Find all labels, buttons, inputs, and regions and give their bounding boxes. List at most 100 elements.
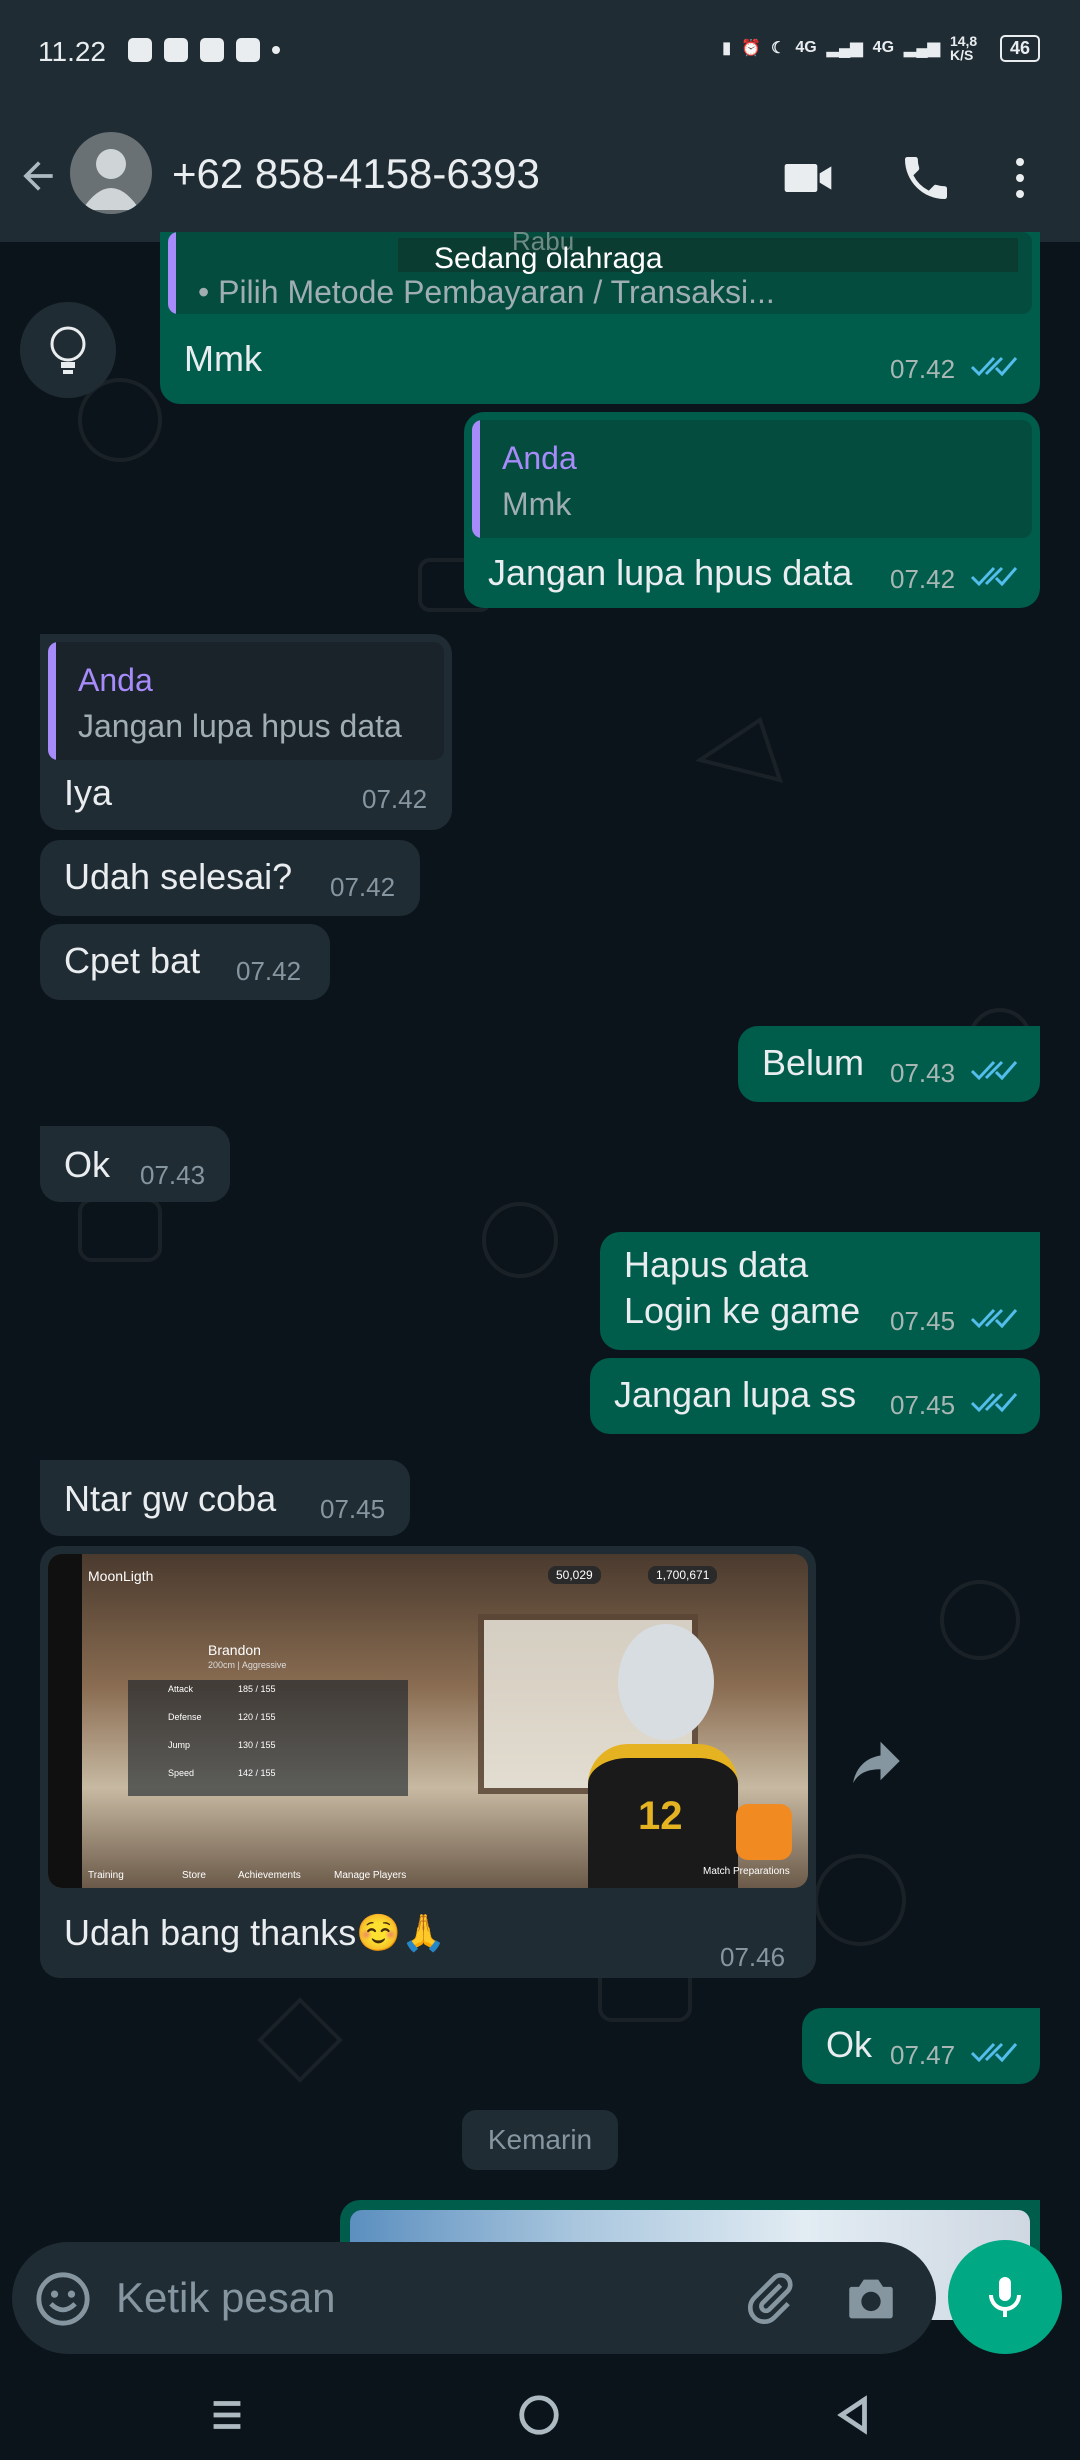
chat-icon [200,38,224,62]
back-nav-icon[interactable] [830,2392,876,2438]
game-menu-item: Manage Players [334,1870,407,1881]
game-gold: 1,700,671 [648,1566,718,1584]
message-input[interactable]: Ketik pesan [116,2274,335,2322]
read-tick-icon [970,1308,1018,1329]
back-arrow-icon[interactable] [16,154,60,198]
message-bubble-in[interactable]: Ntar gw coba 07.45 [40,1460,410,1536]
message-bubble-out[interactable]: Anda Mmk Jangan lupa hpus data 07.42 [464,412,1040,608]
video-call-icon[interactable] [780,150,836,206]
attach-icon[interactable] [742,2270,798,2326]
mic-button[interactable] [948,2240,1062,2354]
game-jersey-number: 12 [638,1794,683,1838]
game-coins: 50,029 [548,1566,601,1584]
message-time: 07.42 [890,354,956,384]
date-separator: Kemarin [462,2110,618,2170]
message-bubble-in[interactable]: Ok 07.43 [40,1126,230,1202]
bird-icon [236,38,260,62]
message-text: Udah bang thanks☺️🙏 [64,1912,446,1953]
avatar[interactable] [70,132,152,214]
chat-header: +62 858-4158-6393 [0,110,1080,242]
game-stat-value: 142 / 155 [238,1768,276,1778]
message-bubble-in[interactable]: Anda Jangan lupa hpus data Iya 07.42 [40,634,452,830]
message-time: 07.42 [890,564,956,594]
message-input-bar: Ketik pesan [12,2242,936,2354]
home-icon[interactable] [516,2392,562,2438]
recent-apps-icon[interactable] [204,2392,250,2438]
message-time: 07.45 [890,1306,956,1336]
contact-name[interactable]: +62 858-4158-6393 [172,150,540,198]
message-bubble-in[interactable]: Cpet bat 07.42 [40,924,330,1000]
read-tick-icon [970,2042,1018,2063]
message-text: Mmk [184,338,262,379]
message-bubble-out[interactable]: Jangan lupa ss 07.45 [590,1358,1040,1434]
net-speed: 14,8 K/S [949,33,978,63]
youtube-icon [128,38,152,62]
message-time: 07.42 [330,872,396,902]
whatsapp-chat-screen: 11.22 ▮ ⏰ ☾ 4G ▂▄▆ 4G ▂▄▆ 14,8 K/S 46 +6… [0,0,1080,2460]
quote-bar [472,420,480,538]
game-stat-value: 120 / 155 [238,1712,276,1722]
quote-bar [168,232,176,314]
status-bar: 11.22 ▮ ⏰ ☾ 4G ▂▄▆ 4G ▂▄▆ 14,8 K/S 46 [0,0,1080,110]
message-bubble-out[interactable]: Ok 07.47 [802,2008,1040,2084]
more-dot-icon [272,46,280,54]
message-bubble-in[interactable]: Udah selesai? 07.42 [40,840,420,916]
game-stat-label: Speed [168,1768,195,1778]
read-tick-icon [970,356,1018,377]
mic-icon [989,2277,1021,2317]
system-nav-bar [0,2370,1080,2460]
game-stat-label: Jump [168,1740,191,1750]
game-menu-item: Training [88,1870,124,1881]
lightbulb-icon [50,326,86,374]
game-left-border [48,1554,82,1888]
signal-1-label: 4G [795,39,817,56]
message-text: Ok [826,2024,873,2065]
ai-badge[interactable] [20,302,116,398]
notification-icons [128,38,280,62]
game-match-label: Match Preparations [703,1866,790,1877]
message-time: 07.45 [890,1390,956,1420]
quote-text: • Pilih Metode Pembayaran / Transaksi... [198,274,775,310]
emoji-icon[interactable] [34,2270,92,2328]
game-stat-label: Defense [168,1712,202,1722]
quoted-message[interactable]: Rabu Sedang olahraga • Pilih Metode Pemb… [168,232,1032,314]
message-text: Ok [64,1144,111,1185]
image-message-bubble[interactable]: MoonLigth 50,029 1,700,671 Brandon 200cm… [40,1546,816,1978]
voice-call-icon[interactable] [898,150,954,206]
signal-2-label: 4G [872,39,895,56]
signal-2-icon: ▂▄▆ [904,40,940,57]
message-text: Udah selesai? [64,856,293,897]
quoted-message[interactable]: Anda Mmk [472,420,1032,538]
camera-icon[interactable] [842,2270,900,2328]
game-screenshot-image[interactable]: MoonLigth 50,029 1,700,671 Brandon 200cm… [48,1554,808,1888]
more-options-icon[interactable] [1000,150,1040,206]
forward-icon[interactable] [842,1728,908,1794]
read-tick-icon [970,1060,1018,1081]
message-bubble-out[interactable]: Belum 07.43 [738,1026,1040,1102]
alarm-icon: ⏰ [741,40,762,57]
game-menu-item: Store [182,1870,206,1881]
message-text-line1: Hapus data [624,1244,809,1285]
message-time: 07.46 [720,1942,786,1972]
game-character-name: Brandon [208,1642,261,1658]
game-stat-label: Attack [168,1684,194,1694]
message-bubble-out[interactable]: Rabu Sedang olahraga • Pilih Metode Pemb… [160,232,1040,404]
vibrate-icon: ▮ [722,40,732,57]
message-text: Jangan lupa hpus data [488,552,853,593]
game-menu-item: Achievements [238,1870,301,1881]
message-text: Iya [64,772,113,813]
read-tick-icon [970,1392,1018,1413]
game-stats-panel: Attack 185 / 155 Defense 120 / 155 Jump … [128,1680,408,1796]
message-text: Ntar gw coba [64,1478,277,1519]
quoted-message[interactable]: Anda Jangan lupa hpus data [48,642,444,760]
status-banner-text: Sedang olahraga [434,242,663,275]
message-time: 07.45 [320,1494,386,1524]
battery-icon: 46 [999,34,1040,62]
message-list[interactable]: Rabu Sedang olahraga • Pilih Metode Pemb… [0,232,1080,2320]
quote-text: Mmk [502,486,572,522]
message-bubble-out[interactable]: Hapus data Login ke game 07.45 [600,1232,1040,1350]
message-time: 07.43 [140,1160,206,1190]
app-icon [164,38,188,62]
game-stat-value: 130 / 155 [238,1740,276,1750]
quote-bar [48,642,56,760]
